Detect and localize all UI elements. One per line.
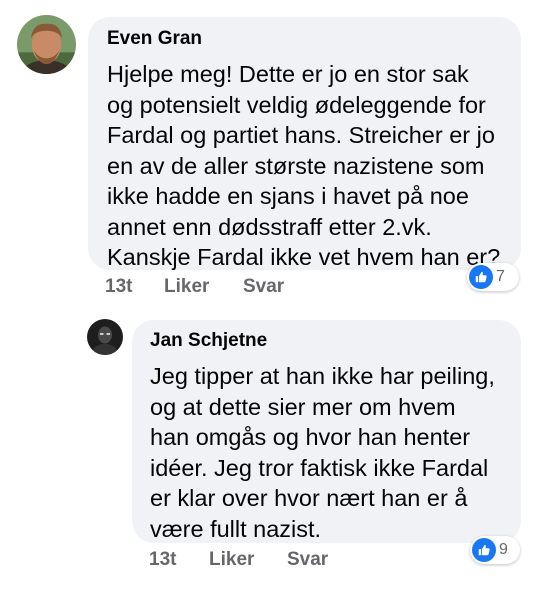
reply-button[interactable]: Svar	[243, 276, 284, 298]
comment-text: Jeg tipper at han ikke har peiling, og a…	[150, 361, 503, 544]
comment-line: være fullt nazist.	[150, 515, 322, 542]
comment-line: ikke hadde en sjans i havet på noe	[107, 183, 469, 209]
comment-line: og potensielt veldig ødeleggende for	[107, 91, 486, 118]
comment-line: idéer. Jeg tror faktisk ikke Fardal	[150, 454, 489, 481]
comment-text: Hjelpe meg! Dette er jo en stor sak og p…	[107, 59, 503, 273]
avatar-jan-schjetne[interactable]	[87, 319, 123, 355]
comment-author[interactable]: Jan Schjetne	[150, 329, 503, 353]
comment-line: han omgås og hvor han henter	[150, 424, 471, 450]
comment-line: Kanskje Fardal ikke vet hvem han er?	[107, 244, 501, 270]
comment-line: en av de aller største nazistene som	[107, 152, 485, 179]
comment-line: og at dette sier mer om hvem	[150, 393, 456, 420]
reply-button[interactable]: Svar	[287, 549, 328, 571]
comment-line: er klar over hvor nært han er å	[150, 485, 468, 511]
comment-actions: 13t Liker Svar	[0, 549, 537, 573]
avatar-even-gran[interactable]	[17, 15, 76, 74]
comment-author[interactable]: Even Gran	[107, 27, 503, 51]
comment-bubble-jan-schjetne: Jan Schjetne Jeg tipper at han ikke har …	[132, 320, 521, 543]
comment-line: Hjelpe meg! Dette er jo en stor sak	[107, 61, 469, 87]
like-button[interactable]: Liker	[164, 276, 209, 298]
comment-timestamp[interactable]: 13t	[149, 549, 176, 571]
like-button[interactable]: Liker	[209, 549, 254, 571]
comment-bubble-even-gran: Even Gran Hjelpe meg! Dette er jo en sto…	[88, 17, 521, 270]
comment-line: annet enn dødsstraff etter 2.vk.	[107, 213, 432, 240]
comment-line: Jeg tipper at han ikke har peiling,	[150, 363, 495, 389]
comment-timestamp[interactable]: 13t	[105, 276, 132, 298]
comment-actions: 13t Liker Svar	[0, 276, 537, 300]
comment-line: Fardal og partiet hans. Streicher er jo	[107, 122, 495, 148]
